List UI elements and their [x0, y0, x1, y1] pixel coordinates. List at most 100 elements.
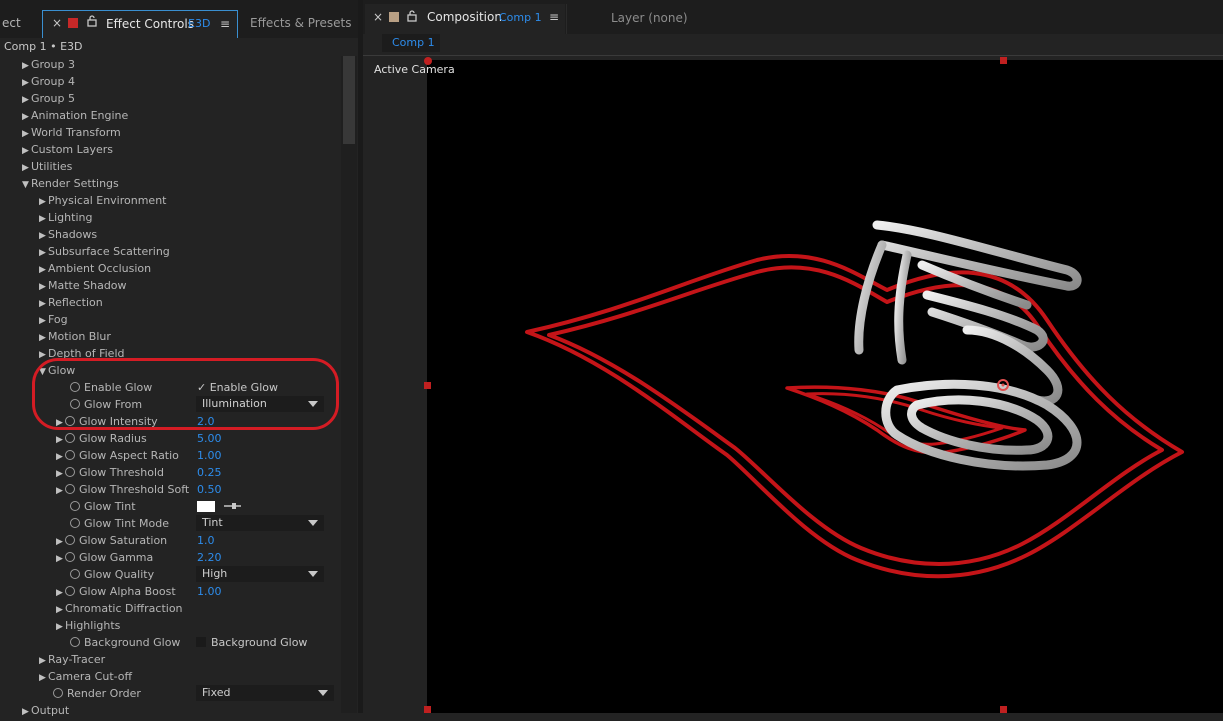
background-glow-checkbox-label: Background Glow: [211, 636, 308, 649]
triangle-down-icon[interactable]: ▼: [22, 177, 31, 194]
tree-item-label: Lighting: [48, 211, 93, 224]
tree-item-label: Render Settings: [31, 177, 119, 190]
glow-radius-value[interactable]: 5.00: [197, 430, 222, 447]
stopwatch-icon[interactable]: [65, 450, 75, 460]
composition-color-swatch-icon: [389, 12, 399, 22]
tree-item-camera-cut-off[interactable]: ▶ Camera Cut-off: [39, 668, 132, 685]
glow-quality-dropdown[interactable]: High: [196, 566, 324, 582]
lock-icon[interactable]: [407, 10, 417, 25]
tree-item-group-5[interactable]: ▶ Group 5: [22, 90, 75, 107]
tree-item-label: Utilities: [31, 160, 73, 173]
tree-item-ray-tracer[interactable]: ▶ Ray-Tracer: [39, 651, 105, 668]
composition-viewer[interactable]: [427, 60, 1223, 713]
triangle-right-icon[interactable]: ▶: [56, 483, 65, 500]
render-order-dropdown[interactable]: Fixed: [196, 685, 334, 701]
tab-layer[interactable]: Layer (none): [611, 11, 688, 25]
tree-item-ambient-occlusion[interactable]: ▶ Ambient Occlusion: [39, 260, 151, 277]
tree-item-label: Chromatic Diffraction: [65, 602, 183, 615]
layer-handle-bottom-left[interactable]: [424, 706, 431, 713]
prop-label: Glow Tint Mode: [84, 517, 169, 530]
stopwatch-icon[interactable]: [70, 637, 80, 647]
stopwatch-icon[interactable]: [70, 569, 80, 579]
background-glow-checkbox[interactable]: [196, 637, 206, 647]
tree-item-output[interactable]: ▶ Output: [22, 702, 69, 719]
panel-menu-icon[interactable]: ≡: [549, 10, 559, 24]
glow-saturation-value[interactable]: 1.0: [197, 532, 215, 549]
prop-label: Background Glow: [84, 636, 181, 649]
scrollbar-thumb[interactable]: [343, 56, 355, 144]
tree-item-animation-engine[interactable]: ▶ Animation Engine: [22, 107, 128, 124]
prop-label: Render Order: [67, 687, 141, 700]
tree-item-fog[interactable]: ▶ Fog: [39, 311, 68, 328]
triangle-right-icon[interactable]: ▶: [56, 551, 65, 568]
prop-label: Glow Saturation: [79, 534, 168, 547]
tab-effects-presets[interactable]: Effects & Presets: [250, 10, 351, 38]
layer-handle-top-center[interactable]: [1000, 57, 1007, 64]
tree-item-utilities[interactable]: ▶ Utilities: [22, 158, 72, 175]
tree-item-label: Motion Blur: [48, 330, 111, 343]
stopwatch-icon[interactable]: [65, 535, 75, 545]
tree-item-world-transform[interactable]: ▶ World Transform: [22, 124, 121, 141]
triangle-right-icon[interactable]: ▶: [39, 670, 48, 687]
tree-item-chromatic-diffraction[interactable]: ▶ Chromatic Diffraction: [56, 600, 183, 617]
tree-item-custom-layers[interactable]: ▶ Custom Layers: [22, 141, 113, 158]
layer-handle-middle-left[interactable]: [424, 382, 431, 389]
tree-item-label: Group 3: [31, 58, 75, 71]
scrollbar-track[interactable]: [341, 56, 357, 713]
stopwatch-icon[interactable]: [53, 688, 63, 698]
stopwatch-icon[interactable]: [65, 586, 75, 596]
stopwatch-icon[interactable]: [70, 518, 80, 528]
highlight-annotation-ellipse: [32, 358, 339, 430]
glow-tint-mode-dropdown[interactable]: Tint: [196, 515, 324, 531]
active-camera-label: Active Camera: [374, 63, 455, 76]
tree-item-label: Group 5: [31, 92, 75, 105]
tree-item-motion-blur[interactable]: ▶ Motion Blur: [39, 328, 111, 345]
stopwatch-icon[interactable]: [65, 433, 75, 443]
tree-item-group-4[interactable]: ▶ Group 4: [22, 73, 75, 90]
layer-handle-bottom-center[interactable]: [1000, 706, 1007, 713]
prop-glow-tint: Glow Tint: [70, 498, 136, 515]
close-tab-icon[interactable]: ×: [52, 16, 62, 30]
prop-glow-threshold: ▶ Glow Threshold: [56, 464, 164, 481]
lock-icon[interactable]: [87, 15, 97, 30]
glow-alpha-boost-value[interactable]: 1.00: [197, 583, 222, 600]
tree-item-subsurface-scattering[interactable]: ▶ Subsurface Scattering: [39, 243, 170, 260]
tree-item-highlights[interactable]: ▶ Highlights: [56, 617, 120, 634]
stopwatch-icon[interactable]: [65, 467, 75, 477]
triangle-right-icon[interactable]: ▶: [56, 619, 65, 636]
tree-item-render-settings[interactable]: ▼ Render Settings: [22, 175, 119, 192]
tab-composition[interactable]: × Composition Comp 1 ≡: [365, 4, 565, 34]
glow-gamma-value[interactable]: 2.20: [197, 549, 222, 566]
tab-effect-controls[interactable]: × Effect Controls E3D ≡: [42, 10, 238, 38]
prop-glow-threshold-soft: ▶ Glow Threshold Soft: [56, 481, 189, 498]
glow-tint-swatch[interactable]: [197, 501, 215, 512]
prop-glow-quality: Glow Quality: [70, 566, 154, 583]
eyedropper-icon[interactable]: [223, 499, 243, 516]
close-tab-icon[interactable]: ×: [373, 10, 383, 24]
stopwatch-icon[interactable]: [65, 552, 75, 562]
tree-item-matte-shadow[interactable]: ▶ Matte Shadow: [39, 277, 127, 294]
tree-item-reflection[interactable]: ▶ Reflection: [39, 294, 103, 311]
glow-aspect-ratio-value[interactable]: 1.00: [197, 447, 222, 464]
tab-composition-suffix: Comp 1: [499, 11, 542, 24]
prop-glow-aspect-ratio: ▶ Glow Aspect Ratio: [56, 447, 179, 464]
prop-label: Glow Gamma: [79, 551, 154, 564]
layer-handle-top-left[interactable]: [424, 57, 432, 65]
comp-subtab[interactable]: Comp 1: [382, 34, 440, 52]
tree-item-physical-environment[interactable]: ▶ Physical Environment: [39, 192, 166, 209]
tree-item-lighting[interactable]: ▶ Lighting: [39, 209, 92, 226]
stopwatch-icon[interactable]: [65, 484, 75, 494]
stopwatch-icon[interactable]: [70, 501, 80, 511]
panel-menu-icon[interactable]: ≡: [220, 11, 230, 37]
tree-item-group-3[interactable]: ▶ Group 3: [22, 56, 75, 73]
tree-item-label: Physical Environment: [48, 194, 167, 207]
tab-composition-label: Composition: [427, 10, 502, 24]
tab-effect-controls-suffix: E3D: [188, 17, 211, 30]
tab-partial[interactable]: ect: [2, 10, 21, 38]
tab-effect-controls-label: Effect Controls: [106, 17, 194, 31]
effect-color-swatch-icon: [68, 18, 78, 28]
tree-item-shadows[interactable]: ▶ Shadows: [39, 226, 97, 243]
glow-threshold-value[interactable]: 0.25: [197, 464, 222, 481]
glow-threshold-soft-value[interactable]: 0.50: [197, 481, 222, 498]
e3d-render-canvas: [525, 220, 1184, 579]
